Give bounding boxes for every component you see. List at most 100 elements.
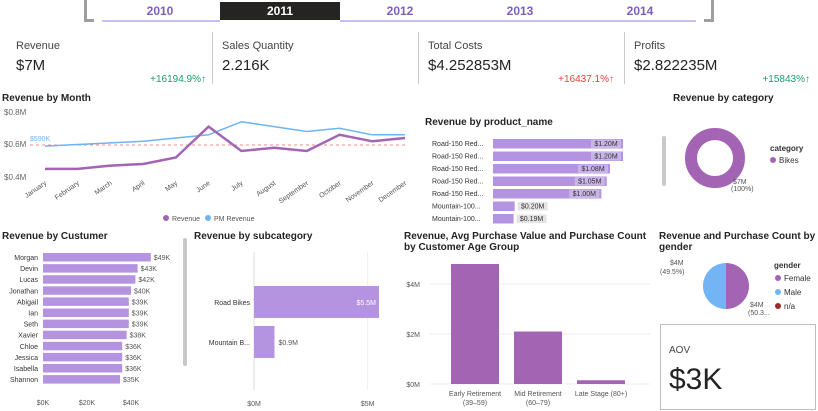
slice-pct-label: (100%) bbox=[731, 186, 754, 193]
x-tick-label: $0K bbox=[37, 400, 50, 407]
age-group-bar[interactable] bbox=[577, 380, 625, 384]
customer-bar[interactable] bbox=[43, 352, 123, 362]
customer-label: Lucas bbox=[19, 277, 38, 284]
customer-label: Shannon bbox=[10, 377, 38, 384]
revenue-by-age-title-line2: by Customer Age Group bbox=[404, 242, 520, 253]
customer-bar[interactable] bbox=[43, 253, 151, 262]
x-tick-label: $20K bbox=[79, 400, 96, 407]
month-tick-label: October bbox=[318, 180, 343, 200]
customer-label: Chloe bbox=[20, 344, 38, 351]
kpi-value: $7M bbox=[16, 57, 46, 74]
age-group-bar[interactable] bbox=[451, 264, 499, 384]
revenue-line[interactable] bbox=[45, 124, 406, 171]
revenue-by-customer-chart[interactable]: Morgan $49K Devin $43K Lucas $42K Jonathan $40K… bbox=[0, 250, 186, 410]
month-tick-label: April bbox=[131, 180, 147, 194]
product-label: Road-150 Red... bbox=[432, 191, 483, 198]
year-2014-button[interactable]: 2014 bbox=[600, 2, 680, 20]
product-label: Road-150 Red... bbox=[432, 141, 483, 148]
revenue-by-month-chart[interactable]: $0.8M $0.6M $0.4M $590K January February M… bbox=[0, 104, 410, 230]
customer-value-label: $43K bbox=[141, 266, 158, 273]
revenue-by-gender-chart[interactable]: $4M (49.5%) $4M (50.3... gender Female M… bbox=[656, 254, 816, 320]
customer-bar[interactable] bbox=[43, 330, 127, 340]
subcategory-label: Mountain B... bbox=[209, 340, 250, 347]
customer-bar[interactable] bbox=[43, 264, 138, 273]
customer-label: Seth bbox=[24, 322, 39, 329]
y-tick-label: $2M bbox=[406, 332, 420, 339]
month-tick-label: June bbox=[195, 180, 212, 195]
subcategory-bar[interactable] bbox=[254, 326, 275, 358]
customer-label: Morgan bbox=[14, 255, 38, 262]
subcategory-value-label: $0.9M bbox=[278, 340, 298, 347]
pm-revenue-line[interactable] bbox=[44, 121, 405, 147]
legend-female-marker bbox=[775, 275, 781, 281]
customer-value-label: $40K bbox=[134, 288, 151, 295]
revenue-by-category-chart[interactable]: $7M (100%) category Bikes bbox=[660, 104, 816, 196]
month-tick-label: August bbox=[255, 180, 277, 198]
year-2013-button[interactable]: 2013 bbox=[480, 2, 560, 20]
subcategory-value-label: $5.5M bbox=[357, 300, 377, 307]
customer-bar[interactable] bbox=[43, 275, 136, 284]
customer-scrollbar[interactable] bbox=[183, 238, 187, 366]
month-tick-label: January bbox=[24, 180, 49, 200]
gender-legend-title: gender bbox=[774, 261, 801, 270]
kpi-title: Sales Quantity bbox=[222, 40, 294, 52]
month-tick-label: May bbox=[164, 180, 179, 194]
customer-label: Xavier bbox=[18, 333, 39, 340]
month-tick-label: September bbox=[278, 180, 311, 206]
category-legend-title: category bbox=[770, 144, 804, 153]
year-2011-button[interactable]: 2011 bbox=[220, 2, 340, 20]
product-bar[interactable] bbox=[493, 201, 515, 212]
year-2010-button[interactable]: 2010 bbox=[120, 2, 200, 20]
kpi-title: Revenue bbox=[16, 40, 61, 52]
customer-label: Ian bbox=[28, 311, 38, 318]
kpi-delta: +16437.1%↑ bbox=[558, 74, 614, 85]
age-group-range-label: (39–59) bbox=[463, 400, 487, 407]
x-tick-label: $5M bbox=[361, 401, 375, 408]
customer-bar[interactable] bbox=[43, 297, 129, 306]
slicer-underline bbox=[340, 20, 696, 22]
product-bar[interactable] bbox=[493, 214, 514, 224]
revenue-by-product-chart[interactable]: Road-150 Red... $1.20M Road-150 Red... $1.2… bbox=[425, 134, 665, 226]
kpi-value: 2.216K bbox=[222, 57, 270, 74]
customer-bar[interactable] bbox=[43, 341, 123, 351]
age-group-label: Early Retirement bbox=[449, 391, 501, 398]
age-group-bar[interactable] bbox=[514, 331, 562, 385]
customer-value-label: $35K bbox=[123, 377, 140, 384]
customer-value-label: $39K bbox=[132, 299, 149, 306]
aov-card: AOV $3K bbox=[660, 324, 816, 410]
pie-slice-male[interactable] bbox=[703, 263, 726, 309]
revenue-by-month-title: Revenue by Month bbox=[2, 93, 91, 104]
revenue-by-age-title-line1: Revenue, Avg Purchase Value and Purchase… bbox=[404, 231, 647, 242]
age-group-range-label: (60–79) bbox=[526, 400, 550, 407]
pie-slice-female[interactable] bbox=[726, 263, 749, 309]
aov-title: AOV bbox=[669, 345, 691, 356]
y-tick-label: $0.8M bbox=[4, 108, 27, 117]
month-tick-label: December bbox=[378, 180, 409, 205]
product-value-label: $1.20M bbox=[594, 141, 618, 148]
subcategory-label: Road Bikes bbox=[214, 300, 250, 307]
slice-label-left: $4M bbox=[670, 260, 684, 267]
revenue-by-subcategory-chart[interactable]: Road Bikes $5.5M Mountain B... $0.9M $0M $5M bbox=[190, 244, 400, 410]
slice-pct-left: (49.5%) bbox=[660, 269, 685, 276]
kpi-total-costs-card: Total Costs $4.252853M +16437.1%↑ bbox=[428, 32, 614, 85]
year-2012-button[interactable]: 2012 bbox=[360, 2, 440, 20]
product-label: Mountain-100... bbox=[432, 216, 481, 223]
slice-value-label: $7M bbox=[733, 179, 747, 186]
donut-slice-bikes[interactable] bbox=[685, 128, 745, 188]
legend-na-marker bbox=[775, 303, 781, 309]
customer-bar[interactable] bbox=[43, 308, 129, 318]
y-tick-label: $4M bbox=[406, 282, 420, 289]
customer-bar[interactable] bbox=[43, 319, 129, 329]
revenue-by-customer-title: Revenue by Custumer bbox=[2, 231, 108, 242]
customer-bar[interactable] bbox=[43, 364, 123, 373]
customer-value-label: $39K bbox=[132, 311, 149, 318]
reference-line-label: $590K bbox=[30, 136, 51, 143]
customer-bar[interactable] bbox=[43, 286, 131, 295]
year-slicer[interactable]: 2010 2011 2012 2013 2014 bbox=[84, 0, 714, 22]
revenue-by-age-chart[interactable]: $4M $2M $0M Early Retirement (39–59) Mid Reti… bbox=[400, 254, 656, 410]
customer-value-label: $36K bbox=[125, 366, 142, 373]
x-tick-label: $0M bbox=[247, 401, 261, 408]
month-tick-label: November bbox=[345, 180, 376, 205]
customer-bar[interactable] bbox=[43, 375, 120, 384]
kpi-value: $2.822235M bbox=[634, 57, 718, 74]
